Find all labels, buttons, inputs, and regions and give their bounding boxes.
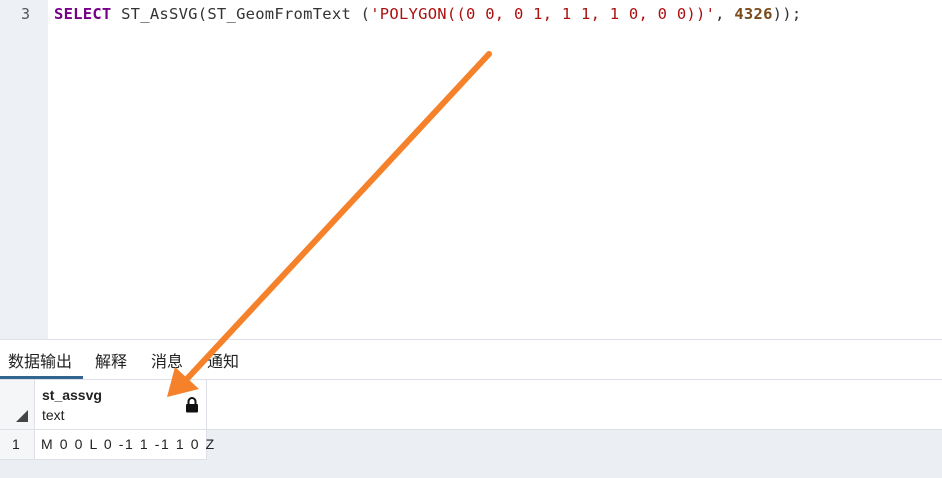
tab-notifications[interactable]: 通知 <box>195 340 251 379</box>
results-tabbar: 数据输出 解释 消息 通知 <box>0 340 942 380</box>
tab-data-output[interactable]: 数据输出 <box>0 340 84 379</box>
sql-code-line[interactable]: SELECT ST_AsSVG(ST_GeomFromText ('POLYGO… <box>54 5 801 23</box>
results-panel: 数据输出 解释 消息 通知 st_assvg text 1 M 0 0 L 0 … <box>0 339 942 478</box>
sql-function-call: ST_AsSVG(ST_GeomFromText ( <box>111 5 371 23</box>
query-editor[interactable]: 3 SELECT ST_AsSVG(ST_GeomFromText ('POLY… <box>0 0 942 339</box>
column-name: st_assvg <box>42 387 102 403</box>
sql-srid-number: 4326 <box>734 5 773 23</box>
tab-explain[interactable]: 解释 <box>83 340 139 379</box>
line-gutter: 3 <box>0 0 48 339</box>
row-number[interactable]: 1 <box>0 430 35 460</box>
lock-icon <box>186 397 198 413</box>
line-number: 3 <box>20 5 30 23</box>
sql-closing: )); <box>772 5 802 23</box>
sql-keyword-select: SELECT <box>54 5 112 23</box>
column-header-st-assvg[interactable]: st_assvg text <box>35 380 207 430</box>
grid-corner[interactable] <box>0 380 35 430</box>
sql-separator: , <box>715 5 735 23</box>
tab-messages[interactable]: 消息 <box>139 340 195 379</box>
header-empty-area <box>207 380 942 430</box>
column-type: text <box>42 407 65 423</box>
select-all-triangle-icon[interactable] <box>16 410 28 422</box>
sql-string-literal: 'POLYGON((0 0, 0 1, 1 1, 1 0, 0 0))' <box>370 5 716 23</box>
result-cell[interactable]: M 0 0 L 0 -1 1 -1 1 0 Z <box>35 430 214 460</box>
